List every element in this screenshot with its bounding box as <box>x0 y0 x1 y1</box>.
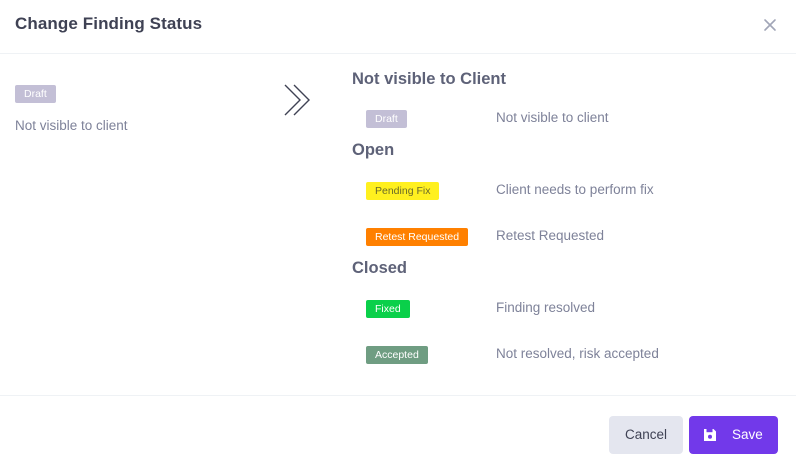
group-title-not-visible: Not visible to Client <box>352 70 507 88</box>
save-icon <box>704 429 716 441</box>
cancel-button[interactable]: Cancel <box>609 416 683 454</box>
dialog-footer: Cancel Save <box>0 395 796 471</box>
status-option-accepted[interactable]: Accepted <box>366 346 428 364</box>
change-status-dialog: Change Finding Status Draft Not visible … <box>0 0 796 471</box>
dialog-header: Change Finding Status <box>0 0 796 54</box>
close-icon[interactable] <box>762 17 778 33</box>
status-option-accepted-description: Not resolved, risk accepted <box>496 346 659 361</box>
group-title-open: Open <box>352 141 395 159</box>
dialog-title: Change Finding Status <box>15 14 203 33</box>
status-option-draft[interactable]: Draft <box>366 110 407 128</box>
status-option-retest-requested-description: Retest Requested <box>496 228 605 243</box>
double-chevron-right-icon <box>284 84 310 116</box>
status-option-retest-requested[interactable]: Retest Requested <box>366 228 469 246</box>
status-option-draft-description: Not visible to client <box>496 110 609 125</box>
group-title-closed: Closed <box>352 259 408 277</box>
status-option-pending-fix[interactable]: Pending Fix <box>366 182 440 200</box>
status-option-fixed-description: Finding resolved <box>496 300 596 315</box>
save-button-label: Save <box>732 427 763 442</box>
current-status-badge: Draft <box>15 85 56 103</box>
current-status-description: Not visible to client <box>15 118 128 133</box>
status-option-pending-fix-description: Client needs to perform fix <box>496 182 654 197</box>
save-button[interactable]: Save <box>689 416 778 454</box>
status-option-fixed[interactable]: Fixed <box>366 300 410 318</box>
